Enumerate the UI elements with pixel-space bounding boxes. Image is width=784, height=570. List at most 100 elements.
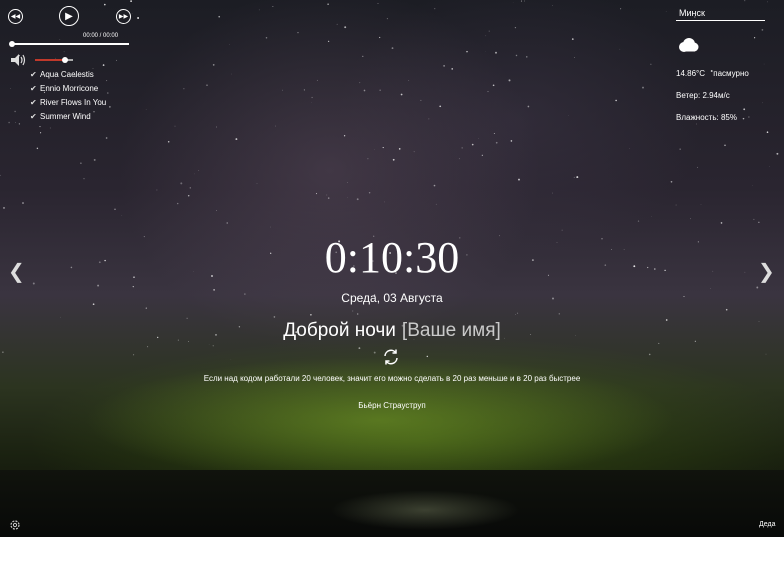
star <box>629 148 630 149</box>
star <box>326 194 328 196</box>
play-button[interactable]: ▶ <box>59 6 79 26</box>
volume-icon[interactable] <box>11 54 27 66</box>
star <box>10 88 11 89</box>
star <box>648 353 651 356</box>
star <box>515 314 516 315</box>
greeting: Доброй ночи [Ваше имя] <box>0 320 784 342</box>
star <box>59 39 61 40</box>
star <box>102 64 105 66</box>
playlist-item[interactable]: ✔ River Flows In You <box>30 96 106 110</box>
star <box>471 143 474 146</box>
playlist-item[interactable]: ✔ Ennio Morricone <box>30 82 106 96</box>
refresh-quote-button[interactable] <box>382 348 400 366</box>
star <box>518 178 520 181</box>
star <box>552 5 553 6</box>
star <box>384 201 385 203</box>
star <box>39 126 41 128</box>
star <box>697 166 698 168</box>
star <box>97 284 100 287</box>
star <box>297 31 299 34</box>
playlist: ✔ Aqua Caelestis ✔ Ennio Morricone ✔ River Fl… <box>30 68 106 124</box>
star <box>327 197 330 199</box>
star <box>492 84 495 87</box>
star <box>576 176 579 179</box>
star <box>356 198 359 201</box>
star <box>756 286 759 289</box>
star <box>265 36 268 39</box>
progress-knob[interactable] <box>9 41 15 47</box>
playlist-item-label: Aqua Caelestis <box>40 70 94 79</box>
star <box>316 193 317 195</box>
clock-date: Среда, 03 Августа <box>341 291 443 305</box>
language-toggle[interactable]: Деда <box>759 521 775 528</box>
star <box>515 54 518 57</box>
star <box>22 202 24 204</box>
star <box>574 57 575 59</box>
greeting-text: Доброй ночи <box>283 320 396 341</box>
star <box>36 147 39 150</box>
star <box>763 63 765 65</box>
star <box>177 202 179 205</box>
playlist-item[interactable]: ✔ Aqua Caelestis <box>30 68 106 82</box>
star <box>426 355 429 358</box>
star <box>485 35 487 37</box>
star <box>0 174 1 176</box>
city-input[interactable]: Минск <box>676 6 765 21</box>
star <box>133 354 135 356</box>
star <box>344 26 347 29</box>
star <box>282 89 283 91</box>
star <box>303 89 305 91</box>
volume-slider[interactable] <box>35 57 73 63</box>
star <box>198 170 200 171</box>
check-icon: ✔ <box>30 84 37 93</box>
next-track-button[interactable]: ▶▶ <box>116 9 131 24</box>
name-input[interactable]: [Ваше имя] <box>402 320 501 341</box>
star <box>679 148 681 150</box>
star <box>362 55 364 57</box>
star <box>758 221 760 223</box>
track-timecode: 00:00 / 00:00 <box>83 33 119 39</box>
star <box>121 215 123 216</box>
prev-track-button[interactable]: ◀◀ <box>8 9 23 24</box>
star <box>367 158 369 160</box>
star <box>428 118 430 120</box>
star <box>420 99 422 101</box>
star <box>186 317 188 319</box>
star <box>379 36 381 39</box>
star <box>690 218 691 220</box>
star <box>700 204 702 205</box>
star <box>18 123 21 125</box>
next-icon: ▶▶ <box>118 14 129 20</box>
star <box>520 0 523 2</box>
star <box>327 40 330 43</box>
star <box>80 162 82 165</box>
star <box>174 125 176 127</box>
star <box>130 0 132 2</box>
star <box>272 6 274 8</box>
star <box>357 313 359 315</box>
star <box>767 1 768 3</box>
check-icon: ✔ <box>30 98 37 107</box>
star <box>524 0 525 2</box>
gear-icon[interactable] <box>9 519 21 531</box>
star <box>743 108 746 111</box>
star <box>235 138 238 141</box>
star <box>573 176 575 178</box>
star <box>398 148 401 150</box>
star <box>347 182 348 183</box>
river-reflection <box>330 490 520 530</box>
star <box>776 152 779 155</box>
star <box>131 13 133 14</box>
star <box>132 285 134 288</box>
star <box>218 15 221 18</box>
star <box>754 37 756 39</box>
star <box>725 308 728 311</box>
prev-icon: ◀◀ <box>10 14 21 20</box>
star <box>167 140 170 143</box>
star <box>391 47 394 50</box>
star <box>377 3 379 4</box>
star <box>2 351 4 353</box>
quote-text: Если над кодом работали 20 человек, знач… <box>203 374 581 383</box>
playlist-item[interactable]: ✔ Summer Wind <box>30 110 106 124</box>
progress-bar[interactable] <box>9 41 129 47</box>
